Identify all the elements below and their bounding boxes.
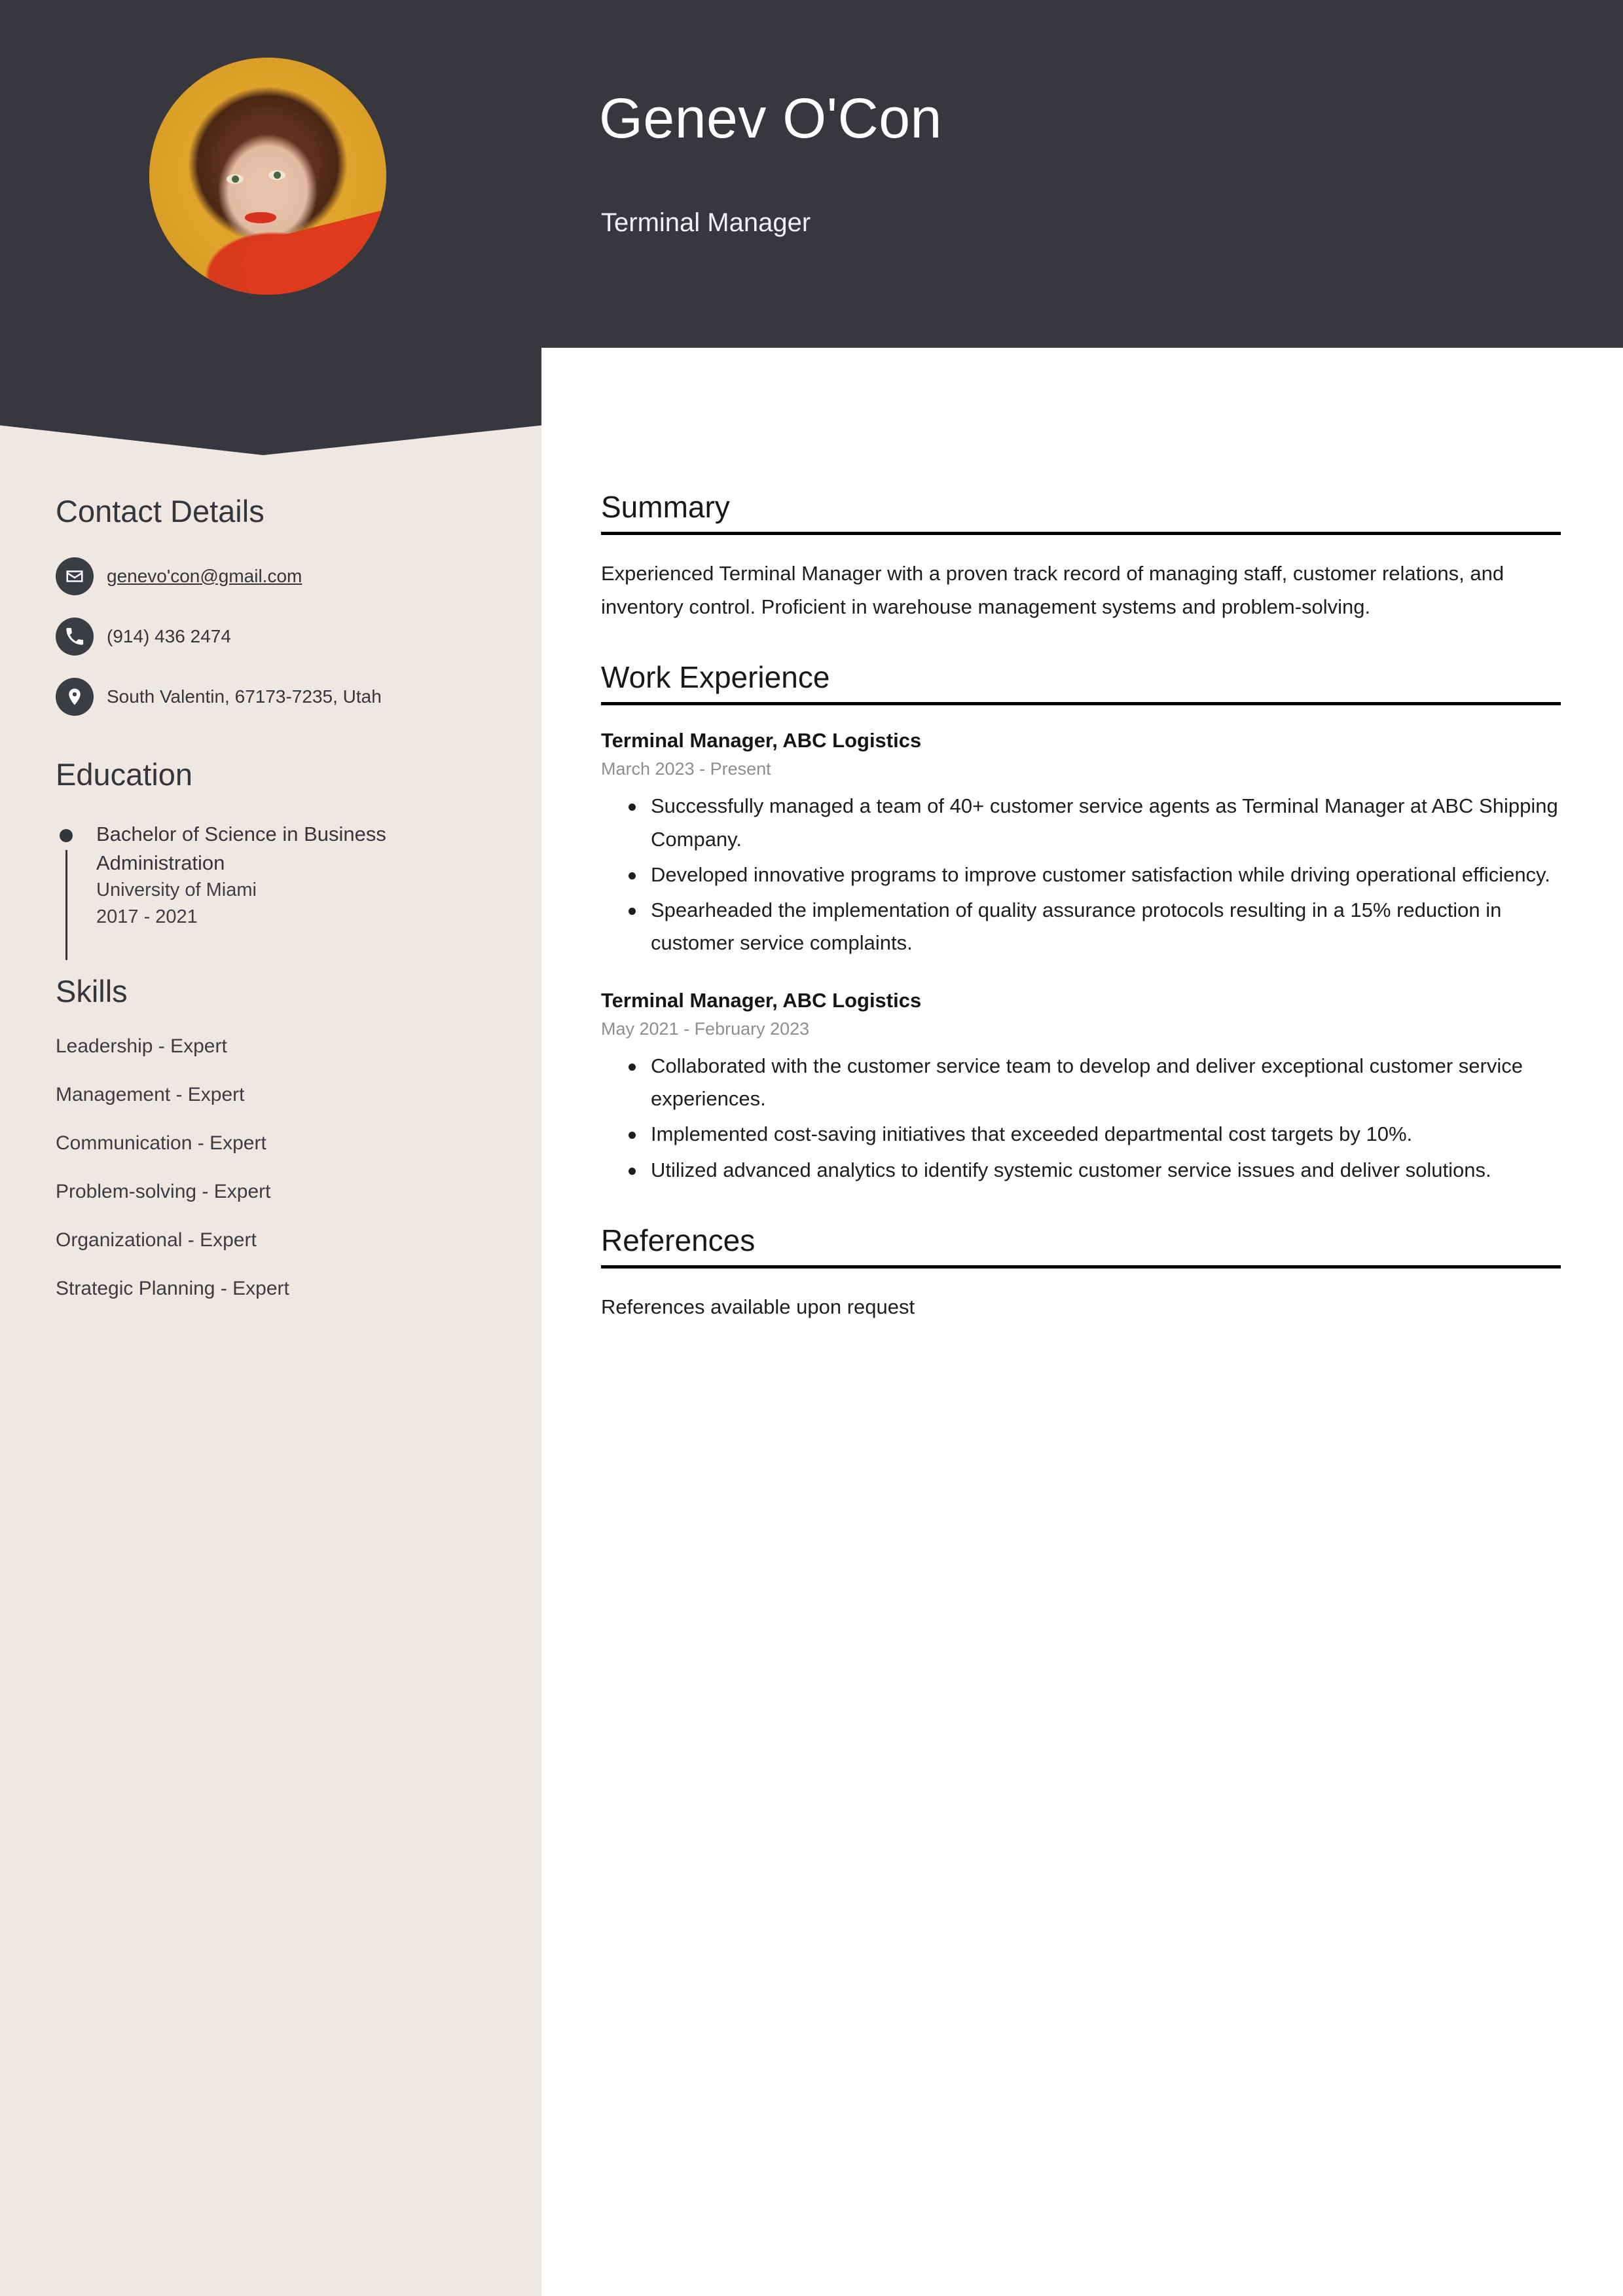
work-experience-heading: Work Experience xyxy=(601,659,830,694)
job-entry: Terminal Manager, ABC Logistics March 20… xyxy=(601,728,1561,959)
summary-text: Experienced Terminal Manager with a prov… xyxy=(601,562,1504,618)
education-heading: Education xyxy=(56,756,193,792)
skill-item: Leadership - Expert xyxy=(56,1035,227,1058)
skills-heading: Skills xyxy=(56,973,128,1009)
references-heading: References xyxy=(601,1223,756,1257)
skill-item: Organizational - Expert xyxy=(56,1229,257,1251)
contact-row-address: South Valentin, 67173-7235, Utah xyxy=(56,677,488,716)
education-degree: Bachelor of Science in Business Administ… xyxy=(96,823,386,874)
contact-phone-value: (914) 436 2474 xyxy=(107,625,231,646)
sidebar: Contact Details genevo'con@gmail.com (91… xyxy=(56,494,488,1327)
education-school: University of Miami xyxy=(96,880,257,901)
summary-rule xyxy=(601,532,1561,536)
job-bullet: Successfully managed a team of 40+ custo… xyxy=(601,790,1561,855)
references-section: References References available upon req… xyxy=(601,1223,1561,1324)
contact-email-value[interactable]: genevo'con@gmail.com xyxy=(107,557,302,589)
job-role: Terminal Manager, ABC Logistics xyxy=(601,729,922,752)
job-bullet: Utilized advanced analytics to identify … xyxy=(601,1154,1561,1187)
job-role: Terminal Manager, ABC Logistics xyxy=(601,988,922,1012)
job-bullet-list: Collaborated with the customer service t… xyxy=(601,1050,1561,1187)
phone-icon xyxy=(56,617,94,656)
job-bullet: Implemented cost-saving initiatives that… xyxy=(601,1118,1561,1151)
references-rule xyxy=(601,1265,1561,1269)
education-bullet-icon xyxy=(60,829,73,843)
education-dates: 2017 - 2021 xyxy=(96,906,198,928)
job-bullet: Spearheaded the implementation of qualit… xyxy=(601,894,1561,959)
summary-heading: Summary xyxy=(601,490,730,524)
page-title: Genev O'Con xyxy=(599,87,942,150)
avatar-eye-left xyxy=(227,174,244,184)
resume-page: Genev O'Con Terminal Manager Contact Det… xyxy=(0,0,1623,2296)
education-timeline-rule xyxy=(65,850,67,961)
avatar-eye-right xyxy=(268,170,285,180)
contact-row-email[interactable]: genevo'con@gmail.com xyxy=(56,557,488,595)
job-dates: May 2021 - February 2023 xyxy=(601,1018,810,1039)
job-bullet: Developed innovative programs to improve… xyxy=(601,859,1561,891)
header-job-title: Terminal Manager xyxy=(601,208,811,237)
skill-item: Problem-solving - Expert xyxy=(56,1181,271,1203)
skill-item: Management - Expert xyxy=(56,1084,245,1106)
skill-item: Communication - Expert xyxy=(56,1132,266,1155)
contact-row-phone[interactable]: (914) 436 2474 xyxy=(56,617,488,656)
avatar-lips xyxy=(245,212,276,223)
envelope-icon xyxy=(56,557,94,595)
avatar-photo xyxy=(149,58,386,295)
work-experience-rule xyxy=(601,702,1561,706)
job-dates: March 2023 - Present xyxy=(601,759,771,779)
main-content: Summary Experienced Terminal Manager wit… xyxy=(601,491,1561,1361)
education-item: Bachelor of Science in Business Administ… xyxy=(56,820,488,961)
contact-list: genevo'con@gmail.com (914) 436 2474 Sout… xyxy=(56,557,488,716)
location-pin-icon xyxy=(56,677,94,716)
work-experience-section: Work Experience Terminal Manager, ABC Lo… xyxy=(601,661,1561,1187)
contact-details-heading: Contact Details xyxy=(56,494,264,528)
job-bullet-list: Successfully managed a team of 40+ custo… xyxy=(601,790,1561,959)
contact-address-value: South Valentin, 67173-7235, Utah xyxy=(107,686,382,707)
summary-section: Summary Experienced Terminal Manager wit… xyxy=(601,491,1561,623)
job-bullet: Collaborated with the customer service t… xyxy=(601,1050,1561,1115)
skill-item: Strategic Planning - Expert xyxy=(56,1278,289,1300)
avatar xyxy=(149,58,386,295)
references-text: References available upon request xyxy=(601,1295,915,1319)
skills-list: Leadership - Expert Management - Expert … xyxy=(56,1037,488,1299)
job-entry: Terminal Manager, ABC Logistics May 2021… xyxy=(601,988,1561,1187)
